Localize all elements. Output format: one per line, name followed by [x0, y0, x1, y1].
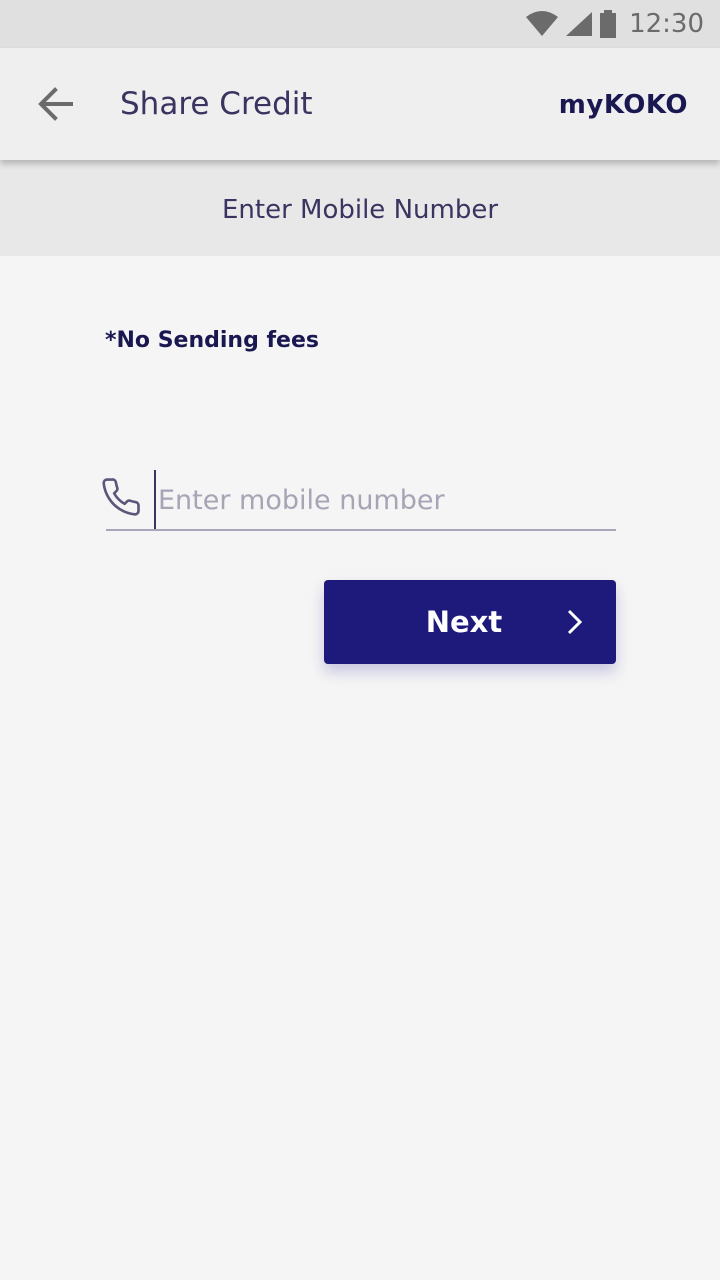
phone-icon: [100, 476, 142, 518]
status-icons: 12:30: [525, 0, 704, 48]
app-bar: Share Credit myKOKO: [0, 48, 720, 160]
page-title: Share Credit: [120, 86, 313, 122]
chevron-right-icon: [560, 608, 588, 636]
mobile-number-input[interactable]: [154, 470, 614, 530]
brand-name: myKOKO: [558, 90, 688, 120]
phone-field: [100, 460, 616, 532]
cellular-signal-icon: [565, 11, 593, 37]
wifi-icon: [525, 11, 559, 37]
next-button[interactable]: Next: [324, 580, 616, 664]
input-underline: [106, 529, 616, 531]
status-bar: 12:30: [0, 0, 720, 48]
battery-icon: [599, 10, 617, 38]
status-time: 12:30: [629, 9, 704, 39]
no-fees-note: *No Sending fees: [105, 328, 319, 353]
back-button[interactable]: [30, 78, 82, 130]
arrow-left-icon: [38, 86, 74, 122]
section-header: Enter Mobile Number: [0, 160, 720, 256]
